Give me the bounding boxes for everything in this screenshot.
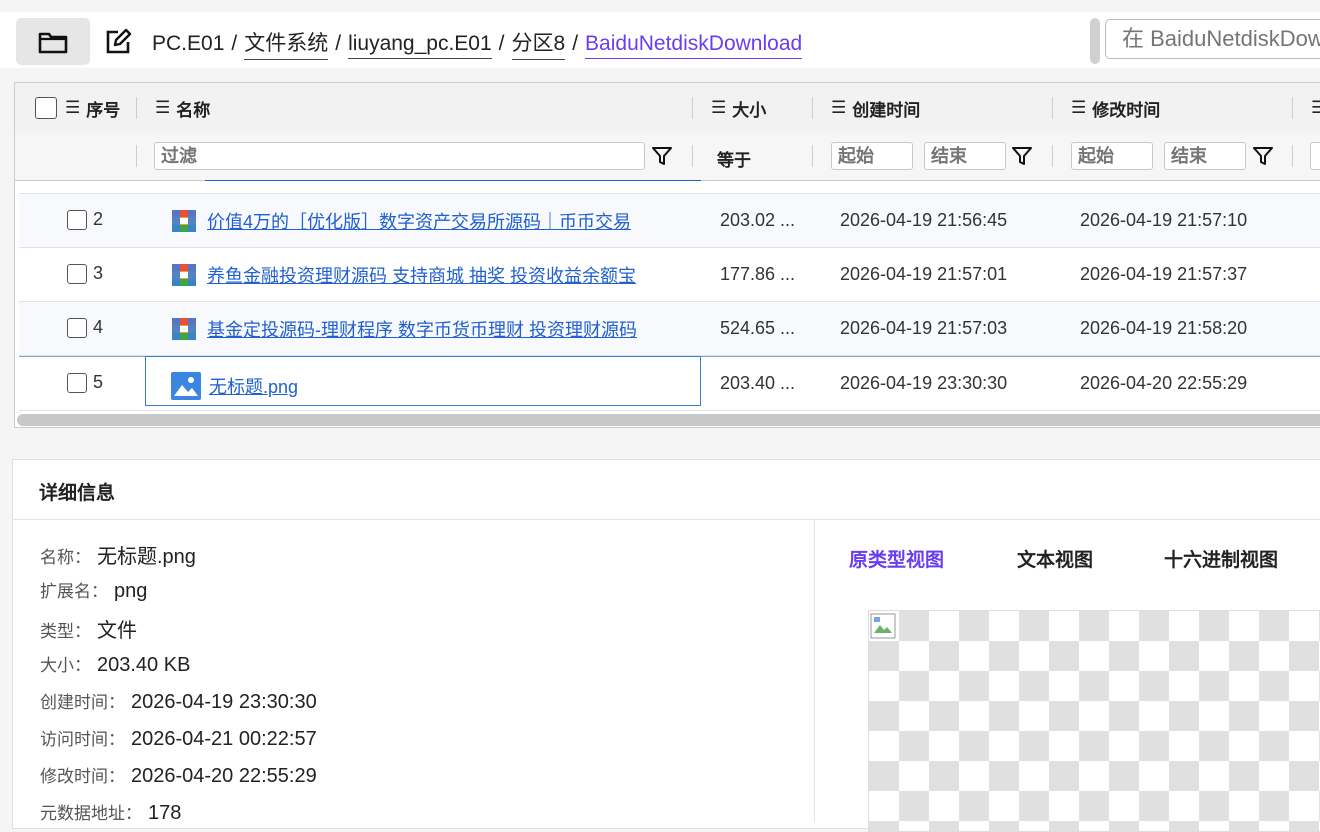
- detail-mtime: 修改时间： 2026-04-20 22:55:29: [40, 765, 317, 787]
- top-bar: PC.E01 / 文件系统 / liuyang_pc.E01 / 分区8 / B…: [0, 12, 1320, 68]
- mtime-filter-icon[interactable]: [1252, 145, 1274, 167]
- column-header-more[interactable]: ☰: [1311, 83, 1320, 133]
- column-header-ctime-label: 创建时间: [852, 100, 921, 120]
- tab-native-view[interactable]: 原类型视图: [849, 545, 944, 572]
- breadcrumb-separator: /: [498, 32, 505, 55]
- breadcrumb-item-image[interactable]: liuyang_pc.E01: [348, 32, 492, 59]
- size-filter-operator[interactable]: 等于: [717, 146, 751, 171]
- detail-size: 大小： 203.40 KB: [40, 654, 191, 676]
- file-name-cell[interactable]: 基金定投源码-理财程序 数字币货币理财 投资理财源码: [171, 316, 701, 342]
- file-name-link[interactable]: 价值4万的［优化版］数字资产交易所源码｜币币交易: [207, 208, 631, 234]
- file-mtime: 2026-04-19 21:58:20: [1080, 318, 1248, 338]
- ctime-end-input[interactable]: [924, 142, 1006, 170]
- breadcrumb-item-partition[interactable]: 分区8: [511, 27, 566, 60]
- ctime-filter-icon[interactable]: [1011, 145, 1033, 167]
- detail-name: 名称： 无标题.png: [40, 546, 196, 568]
- breadcrumb-item-current[interactable]: BaiduNetdiskDownload: [585, 32, 803, 59]
- file-name-cell[interactable]: 价值4万的［优化版］数字资产交易所源码｜币币交易: [171, 208, 701, 234]
- file-name-link[interactable]: 基金定投源码-理财程序 数字币货币理财 投资理财源码: [207, 316, 637, 342]
- row-index: 5: [67, 372, 103, 393]
- row-checkbox[interactable]: [67, 263, 87, 284]
- archive-icon: [172, 210, 196, 232]
- file-size: 203.40 ...: [720, 373, 796, 393]
- table-row-partial: [19, 180, 1320, 194]
- list-icon: ☰: [155, 98, 171, 117]
- list-icon: ☰: [1071, 98, 1087, 117]
- divider: [13, 519, 1320, 520]
- list-icon: ☰: [1311, 98, 1320, 117]
- detail-extension: 扩展名： png: [40, 580, 148, 602]
- breadcrumb-separator: /: [572, 32, 579, 55]
- name-filter-input[interactable]: [154, 142, 645, 170]
- folder-button[interactable]: [16, 18, 90, 65]
- column-header-index[interactable]: ☰ 序号: [65, 83, 120, 133]
- row-index: 4: [67, 317, 103, 338]
- archive-icon: [172, 318, 196, 340]
- selected-cell-outline: [145, 356, 701, 406]
- archive-icon: [172, 264, 196, 286]
- search-input[interactable]: [1105, 19, 1320, 59]
- broken-image-icon: [870, 613, 896, 639]
- breadcrumb-item-root[interactable]: PC.E01: [152, 32, 224, 56]
- breadcrumb-item-filesystem[interactable]: 文件系统: [244, 27, 329, 60]
- breadcrumb-separator: /: [231, 32, 238, 55]
- detail-ctime: 创建时间： 2026-04-19 23:30:30: [40, 691, 317, 713]
- select-all-checkbox[interactable]: [35, 97, 57, 119]
- ctime-start-input[interactable]: [831, 142, 913, 170]
- column-header-size-label: 大小: [732, 100, 767, 120]
- file-ctime: 2026-04-19 21:56:45: [840, 210, 1008, 230]
- edit-icon[interactable]: [104, 28, 132, 56]
- tab-hex-view[interactable]: 十六进制视图: [1164, 545, 1278, 572]
- file-ctime: 2026-04-19 21:57:01: [840, 264, 1008, 284]
- column-header-name-label: 名称: [176, 100, 211, 120]
- detail-type: 类型： 文件: [40, 620, 137, 642]
- select-all-cell: [35, 83, 57, 133]
- column-header-ctime[interactable]: ☰ 创建时间: [831, 83, 920, 133]
- file-size: 203.02 ...: [720, 210, 796, 230]
- file-ctime: 2026-04-19 23:30:30: [840, 373, 1008, 393]
- name-filter-icon[interactable]: [651, 145, 673, 167]
- table-row[interactable]: 2 价值4万的［优化版］数字资产交易所源码｜币币交易 203.02 ... 20…: [19, 194, 1320, 248]
- mtime-start-input[interactable]: [1071, 142, 1153, 170]
- file-name-cell[interactable]: 养鱼金融投资理财源码 支持商城 抽奖 投资收益余额宝: [171, 262, 701, 288]
- row-checkbox[interactable]: [67, 209, 87, 230]
- row-checkbox[interactable]: [67, 317, 87, 338]
- file-ctime: 2026-04-19 21:57:03: [840, 318, 1008, 338]
- details-title: 详细信息: [39, 483, 116, 504]
- row-index: 2: [67, 209, 103, 230]
- image-preview: [868, 610, 1320, 832]
- row-index: 3: [67, 263, 103, 284]
- breadcrumb: PC.E01 / 文件系统 / liuyang_pc.E01 / 分区8 / B…: [152, 27, 803, 60]
- table-header: ☰ 序号 ☰ 名称 ☰ 大小 ☰ 创建时间 ☰ 修改时间 ☰: [15, 83, 1320, 134]
- file-size: 177.86 ...: [720, 264, 796, 284]
- divider: [814, 520, 815, 822]
- column-header-name[interactable]: ☰ 名称: [155, 83, 210, 133]
- column-header-mtime-label: 修改时间: [1092, 100, 1161, 120]
- folder-icon: [38, 32, 68, 53]
- mtime-end-input[interactable]: [1164, 142, 1246, 170]
- tab-text-view[interactable]: 文本视图: [1017, 545, 1093, 572]
- search-drag-handle[interactable]: [1090, 18, 1100, 64]
- list-icon: ☰: [831, 98, 847, 117]
- extra-filter-input[interactable]: [1310, 142, 1320, 170]
- file-mtime: 2026-04-19 21:57:10: [1080, 210, 1248, 230]
- column-header-index-label: 序号: [86, 100, 121, 120]
- detail-atime: 访问时间： 2026-04-21 00:22:57: [40, 728, 317, 750]
- breadcrumb-separator: /: [335, 32, 342, 55]
- file-mtime: 2026-04-19 21:57:37: [1080, 264, 1248, 284]
- table-row[interactable]: 3 养鱼金融投资理财源码 支持商城 抽奖 投资收益余额宝 177.86 ... …: [19, 248, 1320, 302]
- detail-metadata-address: 元数据地址： 178: [40, 802, 182, 824]
- table-row[interactable]: 4 基金定投源码-理财程序 数字币货币理财 投资理财源码 524.65 ... …: [19, 302, 1320, 356]
- file-size: 524.65 ...: [720, 318, 796, 338]
- row-checkbox[interactable]: [67, 372, 87, 393]
- column-header-mtime[interactable]: ☰ 修改时间: [1071, 83, 1160, 133]
- file-name-link[interactable]: 养鱼金融投资理财源码 支持商城 抽奖 投资收益余额宝: [207, 262, 636, 288]
- list-icon: ☰: [711, 98, 727, 117]
- horizontal-scrollbar[interactable]: [17, 414, 1320, 426]
- filter-row: 等于: [15, 133, 1320, 181]
- list-icon: ☰: [65, 98, 81, 117]
- file-mtime: 2026-04-20 22:55:29: [1080, 373, 1248, 393]
- column-header-size[interactable]: ☰ 大小: [711, 83, 766, 133]
